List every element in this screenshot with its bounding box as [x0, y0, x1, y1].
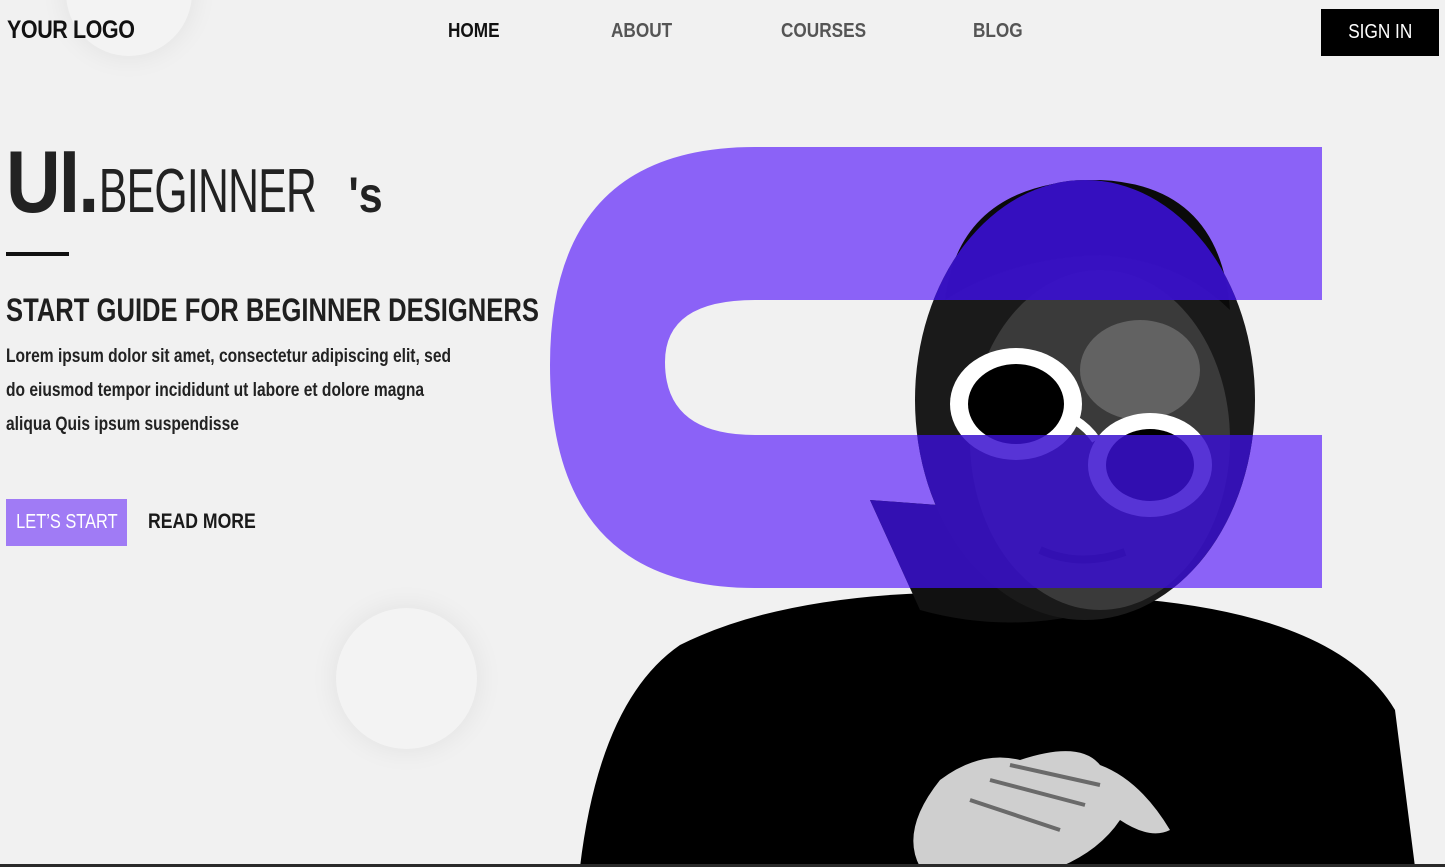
nav-item-home[interactable]: HOME — [448, 20, 500, 43]
nav-item-courses[interactable]: COURSES — [781, 20, 866, 43]
lets-start-button[interactable]: LET’S START — [6, 499, 127, 546]
site-logo[interactable]: YOUR LOGO — [7, 16, 135, 45]
sign-in-label: SIGN IN — [1347, 21, 1413, 43]
site-header: YOUR LOGO HOME ABOUT COURSES BLOG SIGN I… — [0, 0, 1445, 64]
nav-item-blog[interactable]: BLOG — [973, 20, 1023, 43]
nav-item-about[interactable]: ABOUT — [611, 20, 672, 43]
hero-title-beginner: BEGINNER — [99, 157, 317, 226]
hero-title: UI. BEGINNER's — [6, 138, 383, 226]
read-more-link[interactable]: READ MORE — [148, 510, 256, 534]
hero-illustration — [550, 147, 1415, 867]
hero-graphic — [540, 140, 1445, 867]
title-divider — [6, 252, 69, 256]
hero-title-suffix: 's — [348, 167, 383, 223]
lets-start-label: LET’S START — [15, 511, 118, 533]
hero-subtitle: START GUIDE FOR BEGINNER DESIGNERS — [6, 292, 539, 328]
sign-in-button[interactable]: SIGN IN — [1321, 9, 1439, 56]
hero-title-dot: . — [78, 132, 100, 231]
hero-description: Lorem ipsum dolor sit amet, consectetur … — [6, 346, 452, 435]
hero-title-ui: UI — [6, 132, 80, 231]
decorative-circle-bottom — [336, 608, 477, 749]
